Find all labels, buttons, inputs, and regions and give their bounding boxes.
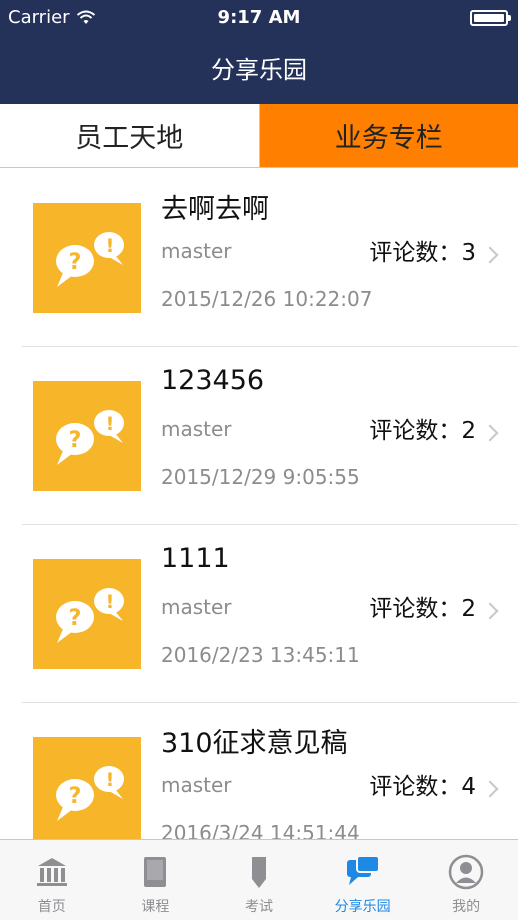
list-item[interactable]: ? ! 310征求意见稿 master 评论数：4 2016/3/24 14:5… xyxy=(22,703,518,839)
page-title: 分享乐园 xyxy=(211,56,307,84)
comment-count: 评论数：2 xyxy=(369,411,476,445)
status-bar: Carrier 9:17 AM xyxy=(0,0,518,36)
pencil-icon xyxy=(251,857,266,888)
svg-text:!: ! xyxy=(106,413,115,435)
comment-count-value: 2 xyxy=(461,596,476,622)
tab-label: 首页 xyxy=(37,899,66,915)
segmented-control: 员工天地 业务专栏 xyxy=(0,104,518,168)
tab-label: 分享乐园 xyxy=(334,899,391,915)
comment-count: 评论数：3 xyxy=(369,233,476,267)
chevron-right-icon xyxy=(481,780,499,798)
tab-bar: 首页 课程 考试 分享乐园 我的 xyxy=(0,839,518,920)
svg-text:?: ? xyxy=(69,428,82,453)
post-date: 2015/12/29 9:05:55 xyxy=(161,465,360,489)
post-author: master xyxy=(161,239,232,263)
post-author: master xyxy=(161,417,232,441)
chat-question-icon: ? ! xyxy=(33,559,141,669)
bank-icon xyxy=(36,858,67,886)
post-date: 2016/2/23 13:45:11 xyxy=(161,643,360,667)
svg-text:!: ! xyxy=(106,769,115,791)
post-date: 2016/3/24 14:51:44 xyxy=(161,821,360,839)
chat-question-icon: ? ! xyxy=(33,203,141,313)
svg-text:!: ! xyxy=(106,235,115,257)
chat-question-icon: ? ! xyxy=(33,737,141,839)
post-title: 310征求意见稿 xyxy=(161,728,348,759)
chat-question-icon: ? ! xyxy=(33,381,141,491)
comment-count-label: 评论数： xyxy=(369,774,462,800)
tab-share-park[interactable]: 分享乐园 xyxy=(311,840,415,920)
comment-count: 评论数：2 xyxy=(369,589,476,623)
tab-mine[interactable]: 我的 xyxy=(414,840,518,920)
segment-label: 业务专栏 xyxy=(334,123,443,154)
svg-text:?: ? xyxy=(69,784,82,809)
chevron-right-icon xyxy=(481,424,499,442)
post-author: master xyxy=(161,595,232,619)
list-item[interactable]: ? ! 去啊去啊 master 评论数：3 2015/12/26 10:22:0… xyxy=(22,169,518,347)
clock: 9:17 AM xyxy=(217,7,301,28)
navigation-bar: 分享乐园 xyxy=(0,36,518,104)
comment-count-value: 4 xyxy=(461,774,476,800)
tab-label: 课程 xyxy=(141,899,170,915)
chevron-right-icon xyxy=(481,602,499,620)
segment-employee-corner[interactable]: 员工天地 xyxy=(0,104,260,167)
chat-bubbles-icon xyxy=(346,855,380,885)
list-item[interactable]: ? ! 1111 master 评论数：2 2016/2/23 13:45:11 xyxy=(22,525,518,703)
list-item[interactable]: ? ! 123456 master 评论数：2 2015/12/29 9:05:… xyxy=(22,347,518,525)
battery-icon xyxy=(470,10,511,26)
tab-label: 我的 xyxy=(452,899,481,915)
comment-count-label: 评论数： xyxy=(369,596,462,622)
person-icon xyxy=(448,854,484,890)
post-author: master xyxy=(161,773,232,797)
post-title: 去啊去啊 xyxy=(161,194,269,225)
comment-count-value: 3 xyxy=(461,240,476,266)
svg-text:?: ? xyxy=(69,606,82,631)
chevron-right-icon xyxy=(481,246,499,264)
comment-count: 评论数：4 xyxy=(369,767,476,801)
post-date: 2015/12/26 10:22:07 xyxy=(161,287,373,311)
post-title: 1111 xyxy=(161,543,230,574)
comment-count-label: 评论数： xyxy=(369,418,462,444)
comment-count-value: 2 xyxy=(461,418,476,444)
post-list: ? ! 去啊去啊 master 评论数：3 2015/12/26 10:22:0… xyxy=(0,169,518,839)
tab-exam[interactable]: 考试 xyxy=(207,840,311,920)
tab-label: 考试 xyxy=(244,899,273,915)
segment-label: 员工天地 xyxy=(75,123,184,154)
svg-text:?: ? xyxy=(69,250,82,275)
segment-business-column[interactable]: 业务专栏 xyxy=(259,104,518,167)
tab-courses[interactable]: 课程 xyxy=(104,840,208,920)
comment-count-label: 评论数： xyxy=(369,240,462,266)
book-icon xyxy=(144,857,167,887)
tab-home[interactable]: 首页 xyxy=(0,840,104,920)
post-title: 123456 xyxy=(161,365,265,396)
svg-text:!: ! xyxy=(106,591,115,613)
